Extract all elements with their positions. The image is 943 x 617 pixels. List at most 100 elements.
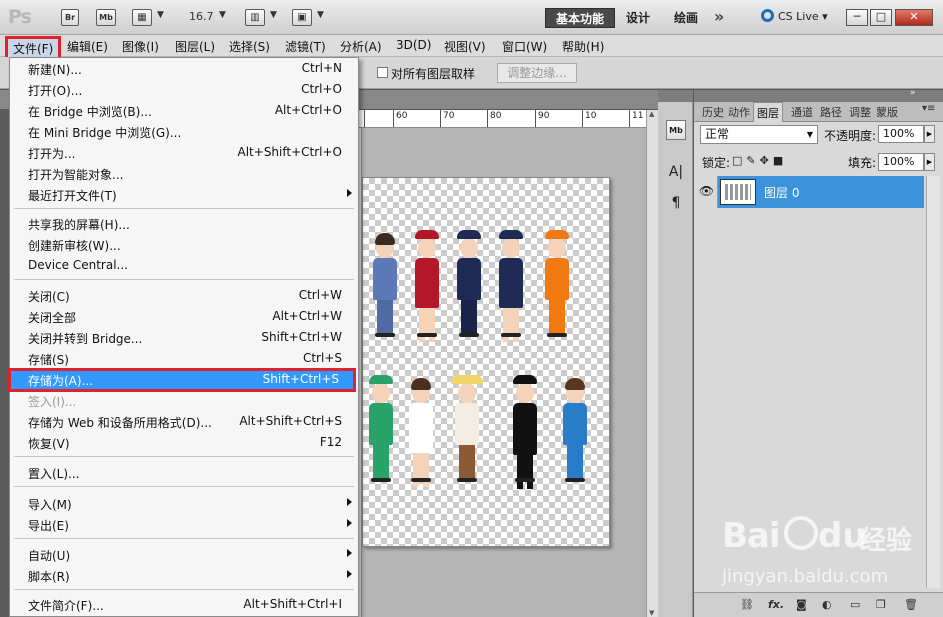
menu-item-place[interactable]: 置入(L)...: [10, 463, 358, 483]
lock-buttons[interactable]: □✎✥■: [732, 154, 787, 167]
layer-row[interactable]: 👁 图层 0: [696, 176, 924, 208]
screen-mode-button[interactable]: ▣: [292, 9, 312, 26]
zoom-level[interactable]: 16.7: [189, 10, 214, 23]
workspace-painting[interactable]: 绘画: [674, 8, 698, 28]
menu-item-close-all[interactable]: 关闭全部 Alt+Ctrl+W: [10, 307, 358, 327]
layer-name[interactable]: 图层 0: [764, 184, 799, 201]
tab-actions[interactable]: 动作: [728, 104, 750, 120]
menu-item-save[interactable]: 存储(S) Ctrl+S: [10, 349, 358, 369]
menu-item-save-for-web[interactable]: 存储为 Web 和设备所用格式(D)... Alt+Shift+Ctrl+S: [10, 412, 358, 432]
document-canvas[interactable]: [362, 177, 610, 547]
menu-item-open-smart-object[interactable]: 打开为智能对象...: [10, 164, 358, 184]
bridge-button[interactable]: Br: [61, 9, 79, 26]
menu-item-new[interactable]: 新建(N)... Ctrl+N: [10, 59, 358, 79]
menu-bar: 文件(F) 编辑(E) 图像(I) 图层(L) 选择(S) 滤镜(T) 分析(A…: [0, 35, 943, 61]
menu-item-export[interactable]: 导出(E): [10, 515, 358, 535]
lock-pixels-icon[interactable]: ✎: [746, 154, 759, 167]
panel-menu-icon[interactable]: ▾≡: [922, 103, 935, 114]
workspace-design[interactable]: 设计: [626, 8, 650, 28]
opacity-input[interactable]: 100%: [878, 125, 924, 143]
menu-item-label: 关闭并转到 Bridge...: [28, 332, 143, 346]
close-button[interactable]: ✕: [895, 9, 933, 26]
tab-history[interactable]: 历史: [702, 104, 724, 120]
maximize-button[interactable]: □: [870, 9, 892, 26]
menu-item-shortcut: Shift+Ctrl+W: [261, 330, 342, 344]
menu-item-shortcut: Alt+Shift+Ctrl+S: [239, 414, 342, 428]
mini-bridge-button[interactable]: Mb: [96, 9, 116, 26]
menu-item-label: 存储(S): [28, 353, 69, 367]
scroll-down-icon[interactable]: ▼: [649, 609, 654, 617]
menu-item-shortcut: Alt+Shift+Ctrl+O: [237, 145, 342, 159]
tab-paths[interactable]: 路径: [820, 104, 842, 120]
tab-adjustments[interactable]: 调整: [849, 104, 871, 120]
menu-image[interactable]: 图像(I): [122, 38, 159, 55]
menu-item-close[interactable]: 关闭(C) Ctrl+W: [10, 286, 358, 306]
menu-window[interactable]: 窗口(W): [502, 38, 547, 55]
menu-select[interactable]: 选择(S): [229, 38, 270, 55]
menu-item-label: 签入(I)...: [28, 395, 77, 409]
cs-live-menu[interactable]: CS Live ▾: [761, 9, 828, 23]
zoom-caret-icon[interactable]: ▼: [219, 10, 226, 20]
tab-channels[interactable]: 通道: [791, 104, 813, 120]
menu-item-file-info[interactable]: 文件简介(F)... Alt+Shift+Ctrl+I: [10, 595, 358, 615]
workspace-essentials[interactable]: 基本功能: [545, 8, 615, 28]
menu-item-browse-mini-bridge[interactable]: 在 Mini Bridge 中浏览(G)...: [10, 122, 358, 142]
menu-item-create-review[interactable]: 创建新审核(W)...: [10, 235, 358, 255]
group-icon[interactable]: ▭: [850, 598, 860, 611]
link-icon[interactable]: ⛓: [740, 598, 754, 611]
collapse-panels-icon[interactable]: »: [910, 88, 916, 98]
menu-item-label: 导入(M): [28, 498, 72, 512]
menu-item-share-screen[interactable]: 共享我的屏幕(H)...: [10, 214, 358, 234]
menu-item-scripts[interactable]: 脚本(R): [10, 566, 358, 586]
scroll-up-icon[interactable]: ▲: [649, 110, 654, 118]
menu-item-revert[interactable]: 恢复(V) F12: [10, 433, 358, 453]
character-panel-icon[interactable]: A|: [666, 162, 686, 182]
menu-edit[interactable]: 编辑(E): [67, 38, 108, 55]
menu-item-shortcut: Ctrl+N: [301, 61, 342, 75]
new-layer-icon[interactable]: ❐: [876, 598, 886, 611]
menu-item-automate[interactable]: 自动(U): [10, 545, 358, 565]
lock-transparency-icon[interactable]: □: [732, 154, 746, 167]
menu-item-recent-files[interactable]: 最近打开文件(T): [10, 185, 358, 205]
menu-analysis[interactable]: 分析(A): [340, 38, 382, 55]
menu-item-device-central[interactable]: Device Central...: [10, 256, 358, 276]
tab-layers[interactable]: 图层: [753, 102, 783, 122]
adjustment-icon[interactable]: ◐: [822, 598, 832, 611]
lock-all-icon[interactable]: ■: [773, 154, 787, 167]
opacity-slider-icon[interactable]: ▶: [924, 125, 935, 143]
fill-slider-icon[interactable]: ▶: [924, 153, 935, 171]
blend-mode-select[interactable]: 正常 ▼: [700, 125, 818, 144]
menu-item-save-as[interactable]: 存储为(A)... Shift+Ctrl+S: [8, 368, 356, 392]
menu-item-open-as[interactable]: 打开为... Alt+Shift+Ctrl+O: [10, 143, 358, 163]
arrange-caret-icon[interactable]: ▼: [270, 10, 277, 20]
blend-mode-value: 正常: [705, 127, 730, 141]
visibility-eye-icon[interactable]: 👁: [696, 176, 718, 208]
fill-input[interactable]: 100%: [878, 153, 924, 171]
mask-icon[interactable]: ◙: [796, 598, 807, 611]
layers-scrollbar[interactable]: [926, 176, 940, 588]
document-vertical-scrollbar[interactable]: ▲ ▼: [646, 110, 658, 617]
screen-mode-caret-icon[interactable]: ▼: [317, 10, 324, 20]
minimize-button[interactable]: ─: [846, 9, 868, 26]
trash-icon[interactable]: 🗑: [904, 598, 918, 611]
arrange-documents-button[interactable]: ▥: [245, 9, 265, 26]
menu-filter[interactable]: 滤镜(T): [285, 38, 326, 55]
menu-item-browse-bridge[interactable]: 在 Bridge 中浏览(B)... Alt+Ctrl+O: [10, 101, 358, 121]
view-extras-button[interactable]: ▦: [132, 9, 152, 26]
menu-item-open[interactable]: 打开(O)... Ctrl+O: [10, 80, 358, 100]
menu-help[interactable]: 帮助(H): [562, 38, 604, 55]
menu-view[interactable]: 视图(V): [444, 38, 486, 55]
fx-icon[interactable]: fx.: [768, 598, 784, 611]
view-extras-caret-icon[interactable]: ▼: [157, 10, 164, 20]
more-workspaces-icon[interactable]: »: [714, 7, 724, 26]
tab-masks[interactable]: 蒙版: [876, 104, 898, 120]
menu-item-close-go-bridge[interactable]: 关闭并转到 Bridge... Shift+Ctrl+W: [10, 328, 358, 348]
menu-item-import[interactable]: 导入(M): [10, 494, 358, 514]
menu-layer[interactable]: 图层(L): [175, 38, 215, 55]
menu-item-label: 打开为智能对象...: [28, 168, 124, 182]
sample-all-layers-checkbox[interactable]: [377, 67, 388, 78]
mini-bridge-panel-icon[interactable]: Mb: [666, 120, 686, 140]
paragraph-panel-icon[interactable]: ¶: [666, 193, 686, 213]
lock-position-icon[interactable]: ✥: [760, 154, 773, 167]
menu-3d[interactable]: 3D(D): [396, 38, 431, 52]
